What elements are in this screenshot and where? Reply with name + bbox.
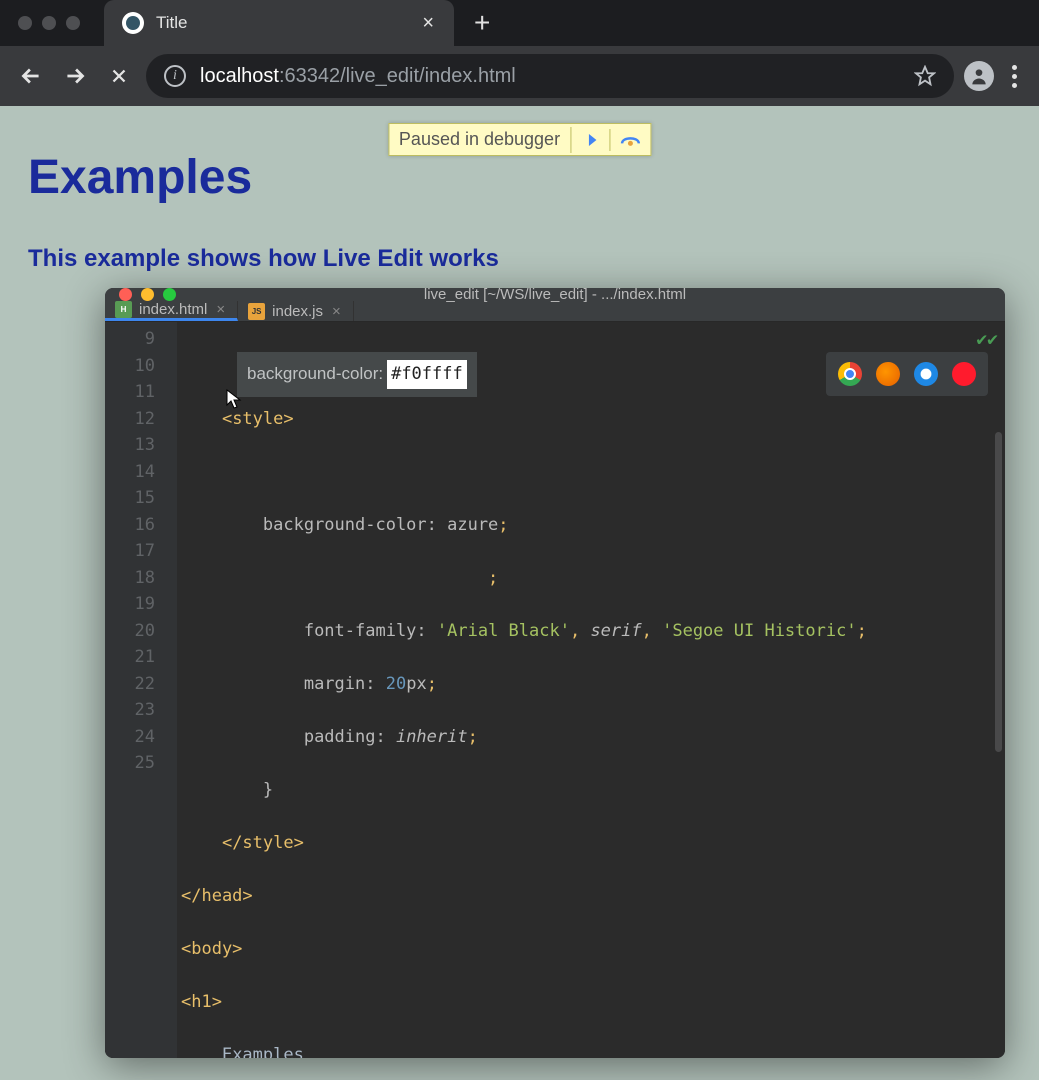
analysis-ok-icon[interactable]: ✔✔	[976, 329, 998, 350]
url-input[interactable]: i localhost:63342/live_edit/index.html	[146, 54, 954, 98]
code-area[interactable]: background-color: #f0ffff <style> backgr…	[177, 322, 1005, 1058]
mouse-cursor-icon	[226, 389, 244, 411]
opera-icon[interactable]	[952, 362, 976, 386]
resume-script-button[interactable]	[570, 127, 609, 153]
step-over-button[interactable]	[609, 129, 650, 151]
tab-label: index.js	[272, 303, 323, 320]
color-tooltip[interactable]: background-color: #f0ffff	[237, 352, 477, 397]
editor-tab-index-js[interactable]: JS index.js ×	[238, 301, 354, 321]
site-info-icon[interactable]: i	[164, 65, 186, 87]
fold-gutter[interactable]	[163, 322, 177, 1058]
url-text: localhost:63342/live_edit/index.html	[200, 65, 516, 88]
tab-title: Title	[156, 13, 188, 33]
close-tab-icon[interactable]: ×	[330, 303, 343, 320]
new-tab-button[interactable]: +	[460, 7, 504, 39]
tooltip-label: background-color:	[247, 361, 383, 388]
tab-bar: Title × +	[0, 0, 1039, 46]
forward-button[interactable]	[58, 59, 92, 93]
tab-label: index.html	[139, 301, 207, 318]
html-file-icon: H	[115, 301, 132, 318]
line-number-gutter: 910111213141516171819202122232425	[105, 322, 163, 1058]
editor-tabs: H index.html × JS index.js ×	[105, 301, 1005, 322]
page-heading: Examples	[28, 150, 1019, 205]
browser-tab[interactable]: Title ×	[104, 0, 454, 46]
page-content: Paused in debugger Examples This example…	[0, 106, 1039, 1058]
maximize-window-icon[interactable]	[66, 16, 80, 30]
chrome-icon[interactable]	[838, 362, 862, 386]
favicon-icon	[122, 12, 144, 34]
minimize-window-icon[interactable]	[42, 16, 56, 30]
editor-tab-index-html[interactable]: H index.html ×	[105, 301, 238, 321]
tooltip-value[interactable]: #f0ffff	[387, 360, 467, 389]
open-in-browser-toolbar	[826, 352, 988, 396]
firefox-icon[interactable]	[876, 362, 900, 386]
profile-icon[interactable]	[964, 61, 994, 91]
close-tab-icon[interactable]: ×	[416, 8, 440, 39]
page-subheading: This example shows how Live Edit works	[28, 245, 1019, 273]
browser-menu-icon[interactable]	[1004, 65, 1025, 88]
address-bar: i localhost:63342/live_edit/index.html	[0, 46, 1039, 106]
close-window-icon[interactable]	[18, 16, 32, 30]
back-button[interactable]	[14, 59, 48, 93]
banner-text: Paused in debugger	[389, 124, 570, 155]
stop-button[interactable]	[102, 59, 136, 93]
ide-titlebar: live_edit [~/WS/live_edit] - .../index.h…	[105, 288, 1005, 301]
editor[interactable]: ✔✔ 910111213141516171819202122232425 bac…	[105, 322, 1005, 1058]
window-controls[interactable]	[0, 16, 98, 30]
browser-window: Title × + i localhost:63342/live_edit/in…	[0, 0, 1039, 1058]
ide-window: live_edit [~/WS/live_edit] - .../index.h…	[105, 288, 1005, 1058]
js-file-icon: JS	[248, 303, 265, 320]
close-tab-icon[interactable]: ×	[214, 301, 227, 318]
bookmark-icon[interactable]	[914, 65, 936, 87]
debugger-paused-banner: Paused in debugger	[388, 123, 651, 156]
safari-icon[interactable]	[914, 362, 938, 386]
